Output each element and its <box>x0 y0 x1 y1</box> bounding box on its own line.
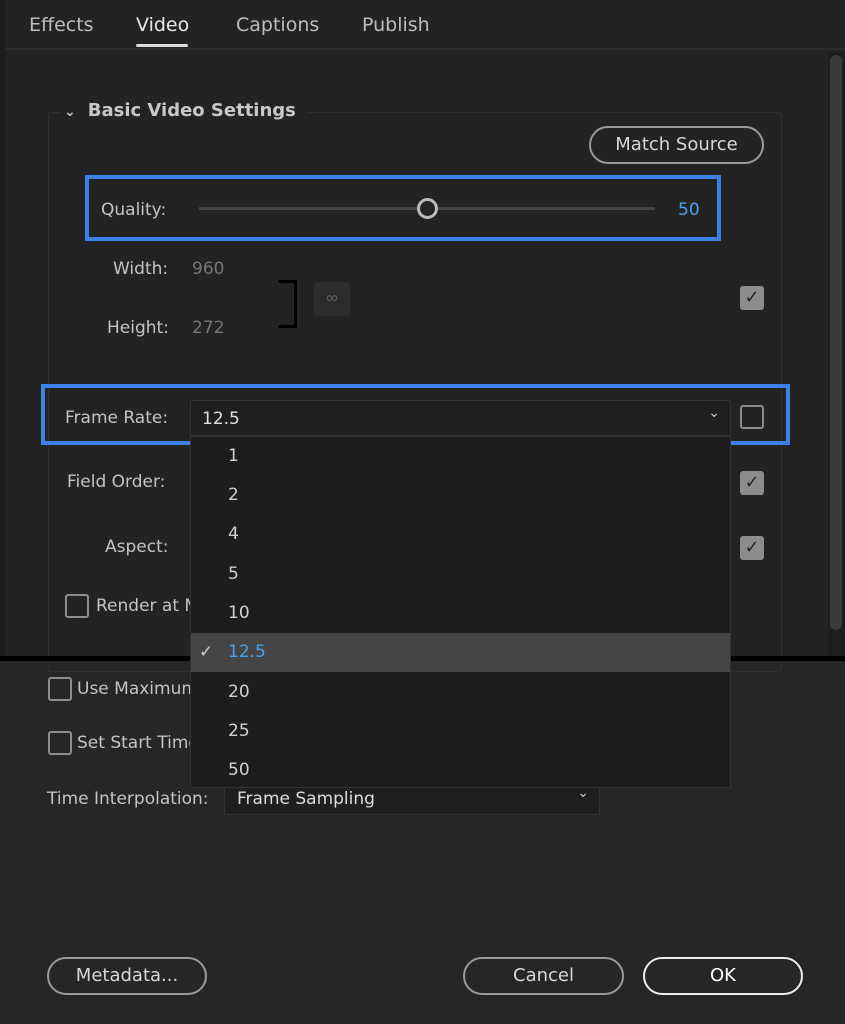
field-order-label: Field Order: <box>67 472 166 492</box>
frame-rate-select[interactable]: 12.5 ⌄ <box>190 400 731 436</box>
panel-edge <box>0 0 5 658</box>
option-5[interactable]: 5 <box>191 555 730 594</box>
frame-rate-dropdown: 1 2 4 5 10 ✓ 12.5 20 25 50 <box>190 436 731 788</box>
tab-captions[interactable]: Captions <box>236 14 319 36</box>
quality-slider-handle[interactable] <box>417 198 438 219</box>
render-max-checkbox[interactable] <box>65 594 89 618</box>
time-interpolation-label: Time Interpolation: <box>47 789 209 809</box>
active-tab-indicator <box>136 44 188 47</box>
time-interpolation-value: Frame Sampling <box>237 789 375 809</box>
use-max-label: Use Maximum <box>77 679 190 699</box>
render-max-label: Render at M <box>96 596 190 616</box>
tab-publish[interactable]: Publish <box>362 14 430 36</box>
width-value[interactable]: 960 <box>192 259 224 279</box>
metadata-button[interactable]: Metadata... <box>47 957 207 995</box>
use-max-checkbox[interactable] <box>48 677 72 701</box>
quality-value[interactable]: 50 <box>678 200 700 220</box>
ok-button[interactable]: OK <box>643 957 803 995</box>
option-12-5[interactable]: ✓ 12.5 <box>191 633 730 672</box>
checkmark-icon: ✓ <box>199 642 214 662</box>
start-time-label: Set Start Time <box>77 733 190 753</box>
width-label: Width: <box>113 259 169 279</box>
option-4[interactable]: 4 <box>191 515 730 554</box>
aspect-checkbox[interactable]: ✓ <box>740 536 764 560</box>
option-25[interactable]: 25 <box>191 712 730 751</box>
chevron-down-icon[interactable]: ⌄ <box>64 104 76 120</box>
link-bracket <box>278 280 297 328</box>
link-icon[interactable]: ∞ <box>314 282 350 316</box>
scrollbar-thumb[interactable] <box>830 55 842 630</box>
section-title: Basic Video Settings <box>87 100 296 121</box>
option-50[interactable]: 50 <box>191 751 730 790</box>
tab-effects[interactable]: Effects <box>29 14 94 36</box>
height-value[interactable]: 272 <box>192 318 224 338</box>
match-source-button[interactable]: Match Source <box>589 126 764 164</box>
tab-video[interactable]: Video <box>136 14 189 36</box>
dimensions-checkbox[interactable]: ✓ <box>740 286 764 310</box>
section-header[interactable]: ⌄ Basic Video Settings <box>60 100 308 121</box>
option-20[interactable]: 20 <box>191 673 730 712</box>
aspect-label: Aspect: <box>105 537 169 557</box>
start-time-checkbox[interactable] <box>48 731 72 755</box>
field-order-checkbox[interactable]: ✓ <box>740 471 764 495</box>
frame-rate-value: 12.5 <box>202 409 240 429</box>
cancel-button[interactable]: Cancel <box>463 957 624 995</box>
option-10[interactable]: 10 <box>191 594 730 633</box>
height-label: Height: <box>107 318 169 338</box>
option-1[interactable]: 1 <box>191 437 730 476</box>
frame-rate-checkbox[interactable] <box>740 405 764 429</box>
chevron-down-icon: ⌄ <box>708 405 720 421</box>
frame-rate-label: Frame Rate: <box>65 408 169 428</box>
option-label: 12.5 <box>228 642 266 662</box>
option-2[interactable]: 2 <box>191 476 730 515</box>
quality-label: Quality: <box>101 200 167 220</box>
